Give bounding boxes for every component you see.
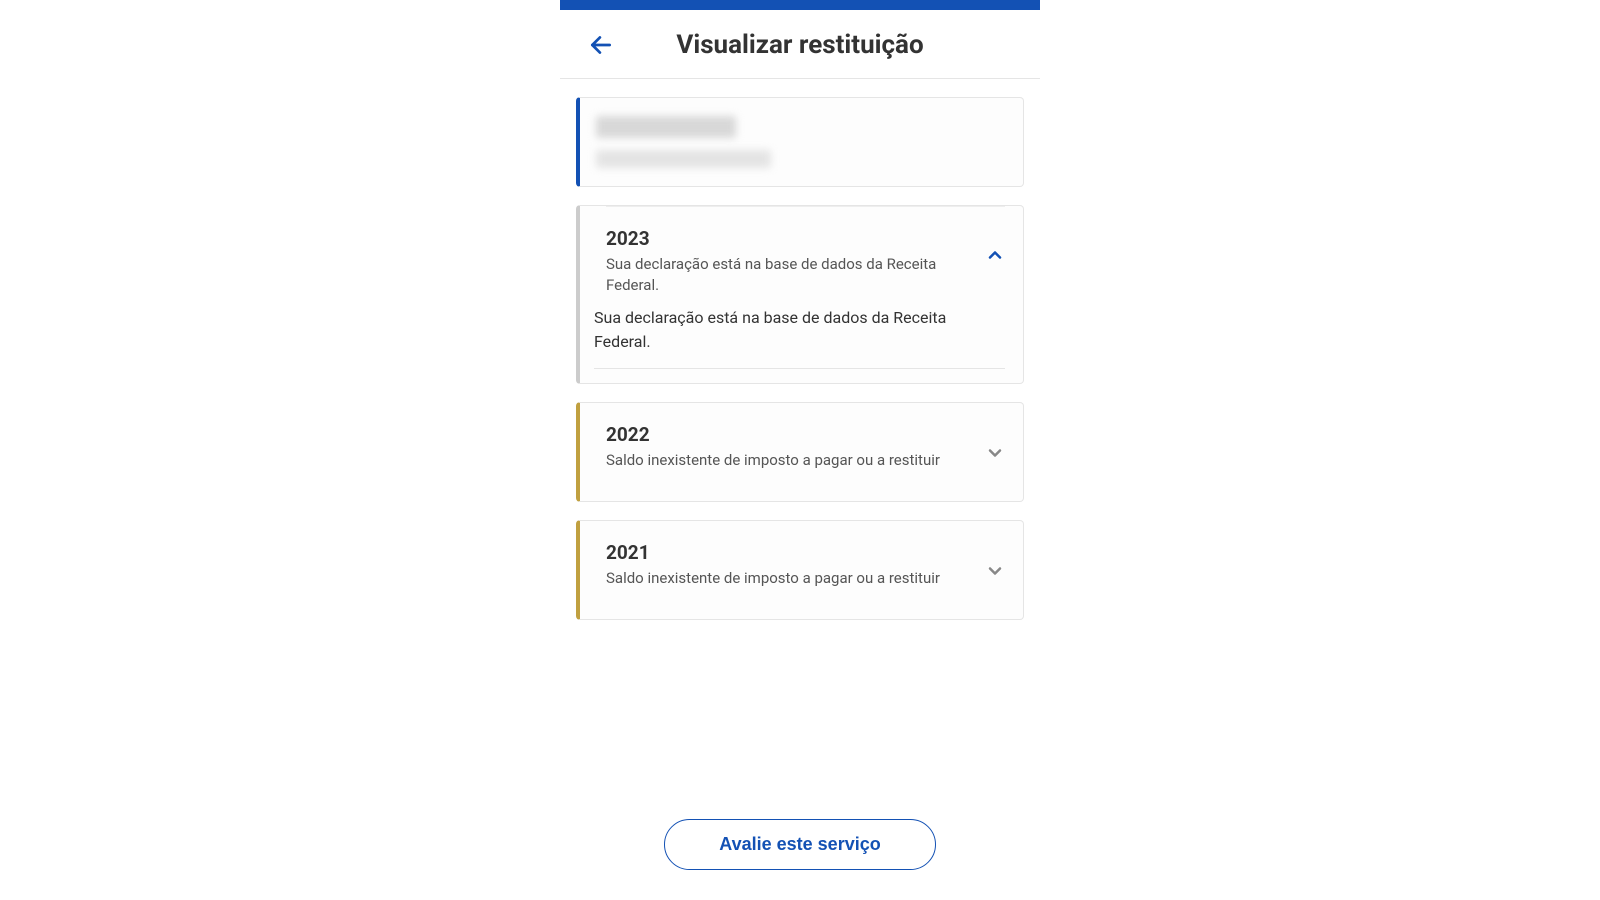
year-card-2023: 2023 Sua declaração está na base de dado…	[576, 205, 1024, 384]
year-header-2021[interactable]: 2021 Saldo inexistente de imposto a paga…	[580, 521, 1023, 619]
header: Visualizar restituição	[560, 10, 1040, 79]
year-detail-text: Sua declaração está na base de dados da …	[580, 306, 1023, 368]
chevron-down-icon	[985, 561, 1005, 581]
year-summary: Saldo inexistente de imposto a pagar ou …	[606, 568, 985, 589]
footer: Avalie este serviço	[560, 789, 1040, 900]
page-title: Visualizar restituição	[614, 30, 986, 60]
year-title: 2022	[606, 423, 985, 446]
chevron-down-icon	[985, 443, 1005, 463]
year-card-2021: 2021 Saldo inexistente de imposto a paga…	[576, 520, 1024, 620]
chevron-up-icon	[985, 245, 1005, 265]
rate-service-button[interactable]: Avalie este serviço	[664, 819, 935, 870]
year-header-2022[interactable]: 2022 Saldo inexistente de imposto a paga…	[580, 403, 1023, 501]
content-area: 2023 Sua declaração está na base de dado…	[560, 79, 1040, 789]
year-title: 2023	[606, 227, 985, 250]
year-title: 2021	[606, 541, 985, 564]
user-info-card	[576, 97, 1024, 187]
year-card-2022: 2022 Saldo inexistente de imposto a paga…	[576, 402, 1024, 502]
year-summary: Saldo inexistente de imposto a pagar ou …	[606, 450, 985, 471]
back-arrow-icon[interactable]	[588, 32, 614, 58]
app-container: Visualizar restituição 2023 Sua declaraç…	[560, 0, 1040, 900]
status-bar	[560, 0, 1040, 10]
user-name-redacted	[596, 150, 771, 168]
year-summary: Sua declaração está na base de dados da …	[606, 254, 985, 296]
year-header-2023[interactable]: 2023 Sua declaração está na base de dado…	[580, 207, 1023, 306]
user-cpf-redacted	[596, 116, 736, 138]
